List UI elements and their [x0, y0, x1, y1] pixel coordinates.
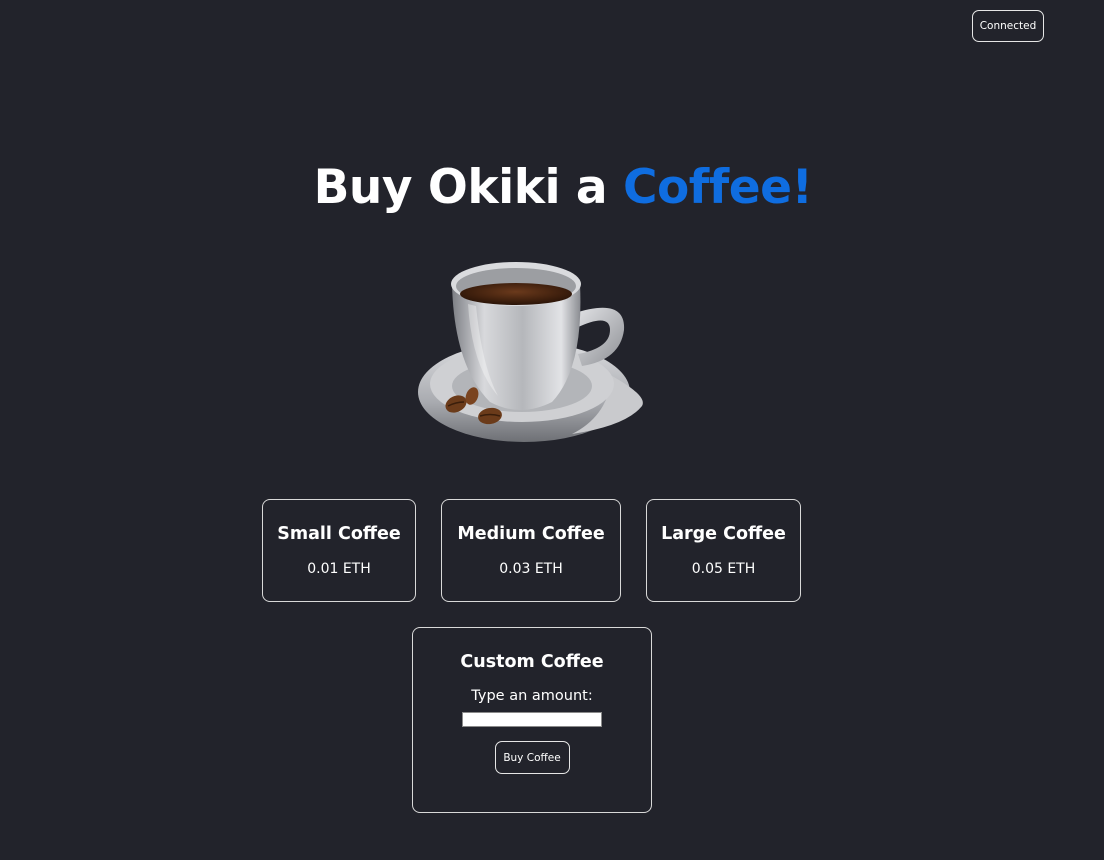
custom-coffee-title: Custom Coffee — [460, 652, 604, 672]
card-title: Small Coffee — [277, 524, 401, 544]
page-title: Buy Okiki a Coffee! — [0, 156, 1104, 220]
title-prefix: Buy Okiki a — [313, 160, 624, 215]
title-accent: Coffee! — [623, 160, 813, 215]
small-coffee-card[interactable]: Small Coffee 0.01 ETH — [262, 499, 416, 602]
card-title: Large Coffee — [661, 524, 786, 544]
buy-coffee-button[interactable]: Buy Coffee — [494, 741, 570, 774]
card-title: Medium Coffee — [457, 524, 605, 544]
large-coffee-card[interactable]: Large Coffee 0.05 ETH — [646, 499, 801, 602]
custom-coffee-card: Custom Coffee Type an amount: Buy Coffee — [412, 627, 652, 813]
connect-wallet-button[interactable]: Connected — [972, 10, 1044, 42]
card-price: 0.03 ETH — [499, 561, 563, 577]
medium-coffee-card[interactable]: Medium Coffee 0.03 ETH — [441, 499, 621, 602]
card-price: 0.01 ETH — [307, 561, 371, 577]
card-price: 0.05 ETH — [691, 561, 756, 577]
page: Connected Buy Okiki a Coffee! Small Coff… — [0, 0, 1104, 860]
coffee-cup-image — [418, 262, 643, 442]
amount-input[interactable] — [462, 712, 602, 727]
amount-label: Type an amount: — [471, 688, 593, 704]
